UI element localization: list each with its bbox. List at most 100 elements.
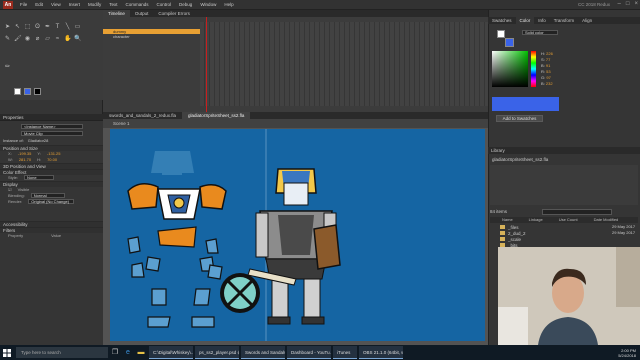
task-animate[interactable]: Swords and Sandals... xyxy=(241,346,285,359)
menu-window[interactable]: Window xyxy=(196,2,220,7)
doc-tab-2[interactable]: gladiatorSpriteSheet_ss2.fla xyxy=(182,112,251,119)
playhead[interactable] xyxy=(206,17,207,112)
r-value[interactable]: 53 xyxy=(546,69,550,74)
library-search-input[interactable] xyxy=(542,209,612,215)
animate-logo: An xyxy=(3,0,13,9)
g-value[interactable]: 97 xyxy=(546,75,550,80)
menu-view[interactable]: View xyxy=(47,2,65,7)
blending-select[interactable]: Normal xyxy=(30,193,65,198)
menu-help[interactable]: Help xyxy=(220,2,237,7)
selection-tool-icon[interactable]: ➤ xyxy=(4,24,11,31)
col-linkage[interactable]: Linkage xyxy=(529,217,543,223)
edge-icon[interactable]: e xyxy=(122,346,134,359)
task-photoshop[interactable]: ps_ss2_player.psd @ 100... xyxy=(195,346,239,359)
transform-tool-icon[interactable]: ⬚ xyxy=(24,24,31,31)
h-value[interactable]: 70.00 xyxy=(47,157,57,163)
maximize-icon[interactable]: □ xyxy=(626,1,630,7)
eyedropper-icon[interactable]: ⌀ xyxy=(34,36,41,43)
black-white-icon[interactable] xyxy=(34,88,41,95)
h-value[interactable]: 226 xyxy=(546,51,553,56)
color-type-select[interactable]: Solid color xyxy=(522,30,558,35)
hand-tool-icon[interactable]: ✋ xyxy=(64,36,71,43)
tab-output[interactable]: Output xyxy=(130,10,154,17)
stroke-color-icon[interactable]: ✏ xyxy=(4,64,11,71)
limb-sprites xyxy=(127,236,223,328)
doc-tab-1[interactable]: swords_and_sandals_2_redux.fla xyxy=(103,112,182,119)
folder-icon xyxy=(500,231,505,235)
lasso-tool-icon[interactable]: ʘ xyxy=(34,24,41,31)
start-button[interactable] xyxy=(0,345,14,360)
task-obs[interactable]: OBS 21.1.0 (64bit, w... xyxy=(359,346,403,359)
stroke-swatch[interactable] xyxy=(14,88,21,95)
fill-color-swatch[interactable] xyxy=(505,38,514,47)
brush-tool-icon[interactable]: 🖌 xyxy=(14,36,22,43)
col-use-count[interactable]: Use Count xyxy=(559,217,578,223)
taskbar-search-input[interactable]: Type here to search xyxy=(16,347,108,358)
col-date[interactable]: Date Modified xyxy=(594,217,619,223)
fill-swatch[interactable] xyxy=(24,88,31,95)
menu-debug[interactable]: Debug xyxy=(175,2,196,7)
menu-modify[interactable]: Modify xyxy=(84,2,105,7)
h-label: H: xyxy=(541,51,545,56)
tab-info[interactable]: Info xyxy=(534,17,550,24)
tab-color[interactable]: Color xyxy=(515,17,535,24)
symbol-type-select[interactable]: Movie Clip xyxy=(21,131,83,136)
color-picker-field[interactable] xyxy=(492,51,528,87)
stroke-color-swatch[interactable] xyxy=(497,30,505,38)
menu-edit[interactable]: Edit xyxy=(31,2,47,7)
w-value[interactable]: 281.70 xyxy=(19,157,31,163)
tab-swatches[interactable]: Swatches xyxy=(488,17,516,24)
task-explorer[interactable]: C:\Digital\Whiskey\... xyxy=(149,346,193,359)
menu-insert[interactable]: Insert xyxy=(65,2,84,7)
zoom-tool-icon[interactable]: 🔍 xyxy=(74,36,81,43)
col-name[interactable]: Name xyxy=(502,217,513,223)
clock-time: 2:00 PM xyxy=(621,347,636,353)
instance-name-field[interactable]: <Instance Name> xyxy=(21,124,83,129)
text-tool-icon[interactable]: T xyxy=(54,24,61,31)
shoulder-armor-sprite xyxy=(127,183,227,220)
pen-tool-icon[interactable]: ✒ xyxy=(44,24,51,31)
menu-text[interactable]: Text xyxy=(105,2,121,7)
add-to-swatches-button[interactable]: Add to Swatches xyxy=(496,115,543,122)
style-select[interactable]: None xyxy=(24,175,55,180)
s-value[interactable]: 77 xyxy=(546,57,550,62)
style-label: Style: xyxy=(8,175,19,180)
tab-transform[interactable]: Transform xyxy=(550,17,578,24)
close-icon[interactable]: × xyxy=(634,1,638,7)
tab-compiler-errors[interactable]: Compiler Errors xyxy=(153,10,195,17)
width-tool-icon[interactable]: ≈ xyxy=(54,36,61,43)
task-youtube[interactable]: Dashboard - YouTu... xyxy=(287,346,331,359)
task-view-icon[interactable]: ❐ xyxy=(109,346,121,359)
render-select[interactable]: Original (No Change) xyxy=(28,199,75,204)
subselection-tool-icon[interactable]: ↖ xyxy=(14,24,21,31)
pencil-tool-icon[interactable]: ✎ xyxy=(4,36,11,43)
system-clock[interactable]: 2:00 PM 5/24/2018 xyxy=(618,348,640,358)
frame-grid[interactable] xyxy=(200,22,488,106)
windows-icon xyxy=(3,348,11,357)
tab-timeline[interactable]: Timeline xyxy=(103,10,130,17)
library-document-select[interactable]: gladiatorSpriteSheet_ss2.fla xyxy=(492,157,632,163)
h-label: H: xyxy=(37,157,42,162)
library-columns: Name Linkage Use Count Date Modified xyxy=(490,217,638,223)
library-dates: 29 May 2017 29 May 2017 xyxy=(612,224,635,236)
menu-commands[interactable]: Commands xyxy=(122,2,153,7)
line-tool-icon[interactable]: ╲ xyxy=(64,24,71,31)
properties-panel: Properties <Instance Name> Movie Clip In… xyxy=(0,114,103,345)
hue-slider[interactable] xyxy=(531,51,536,87)
minimize-icon[interactable]: – xyxy=(618,1,621,7)
paint-bucket-icon[interactable]: ◉ xyxy=(24,36,31,43)
tab-align[interactable]: Align xyxy=(578,17,596,24)
menu-control[interactable]: Control xyxy=(153,2,176,7)
b-value[interactable]: 91 xyxy=(546,63,550,68)
blue-value[interactable]: 232 xyxy=(546,81,553,86)
eraser-icon[interactable]: ▱ xyxy=(44,36,51,43)
stage[interactable] xyxy=(110,129,485,341)
r-label: R: xyxy=(541,69,545,74)
menu-file[interactable]: File xyxy=(16,2,31,7)
explorer-icon[interactable]: ▬ xyxy=(135,346,147,359)
stage-artwork xyxy=(127,129,341,341)
task-itunes[interactable]: iTunes xyxy=(333,346,357,359)
rectangle-tool-icon[interactable]: ▭ xyxy=(74,24,81,31)
webcam-overlay xyxy=(498,247,640,345)
date-modified: 29 May 2017 xyxy=(612,230,636,235)
